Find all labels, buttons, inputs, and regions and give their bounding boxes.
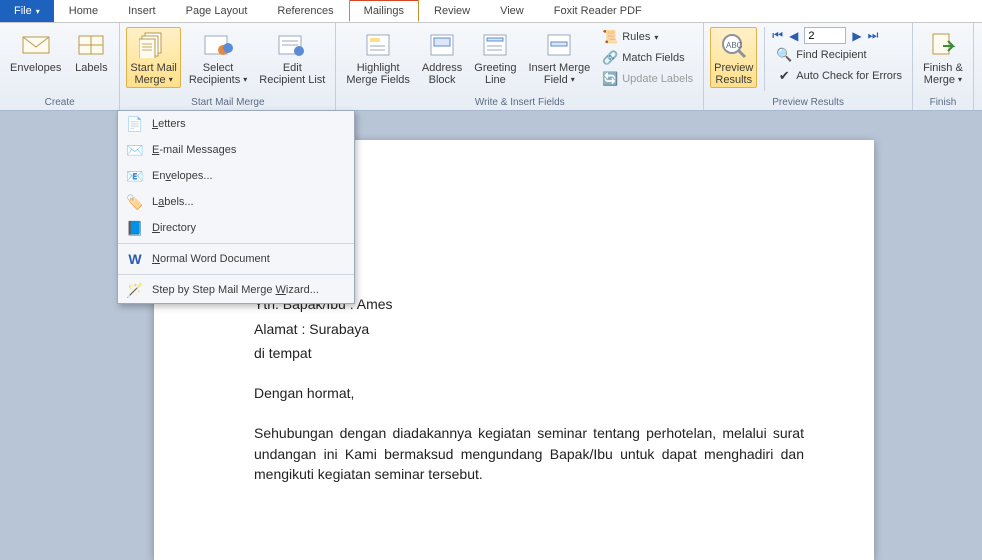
- dd-email[interactable]: ✉️E-mail Messages: [118, 137, 354, 163]
- tab-mailings[interactable]: Mailings: [349, 0, 419, 22]
- greeting-icon: [479, 29, 511, 61]
- dd-wizard[interactable]: 🪄Step by Step Mail Merge Wizard...: [118, 277, 354, 303]
- dd-envelopes[interactable]: 📧Envelopes...: [118, 163, 354, 189]
- email-icon: ✉️: [126, 141, 144, 159]
- labels-icon: 🏷️: [126, 193, 144, 211]
- first-record-button[interactable]: ⏮: [772, 28, 783, 43]
- directory-icon: 📘: [126, 219, 144, 237]
- dd-normal-doc[interactable]: WNormal Word Document: [118, 246, 354, 272]
- doc-line: di tempat: [254, 343, 804, 363]
- group-label: Create: [6, 96, 113, 110]
- group-label: Preview Results: [710, 96, 906, 110]
- insert-field-icon: [543, 29, 575, 61]
- start-mail-merge-button[interactable]: Start Mail Merge ▾: [126, 27, 180, 88]
- edit-recipient-list-button[interactable]: Edit Recipient List: [255, 27, 329, 88]
- record-nav: ⏮ ◀ ▶ ⏭: [772, 27, 906, 44]
- tab-view[interactable]: View: [485, 0, 539, 22]
- envelopes-button[interactable]: Envelopes: [6, 27, 65, 76]
- greeting-line-button[interactable]: Greeting Line: [470, 27, 520, 88]
- doc-salutation: Dengan hormat,: [254, 383, 804, 403]
- group-preview: ABC Preview Results ⏮ ◀ ▶ ⏭ 🔍Find Recipi…: [704, 23, 913, 110]
- tab-references[interactable]: References: [262, 0, 348, 22]
- mailmerge-icon: [138, 29, 170, 61]
- tab-review[interactable]: Review: [419, 0, 485, 22]
- tab-home[interactable]: Home: [54, 0, 113, 22]
- tab-bar: File▾ Home Insert Page Layout References…: [0, 0, 982, 23]
- insert-merge-field-button[interactable]: Insert Merge Field ▾: [524, 27, 594, 88]
- tab-foxit[interactable]: Foxit Reader PDF: [539, 0, 657, 22]
- edit-list-icon: [276, 29, 308, 61]
- envelope-icon: 📧: [126, 167, 144, 185]
- dd-directory[interactable]: 📘Directory: [118, 215, 354, 241]
- ribbon: Envelopes Labels Create Start Mail Merge…: [0, 23, 982, 111]
- highlight-merge-fields-button[interactable]: Highlight Merge Fields: [342, 27, 414, 88]
- address-block-icon: [426, 29, 458, 61]
- find-icon: 🔍: [776, 47, 792, 63]
- group-finish: Finish & Merge ▾ Finish: [913, 23, 974, 110]
- rules-button[interactable]: 📜Rules ▾: [598, 27, 697, 47]
- update-labels-button: 🔄Update Labels: [598, 69, 697, 89]
- tab-pagelayout[interactable]: Page Layout: [171, 0, 263, 22]
- wizard-icon: 🪄: [126, 281, 144, 299]
- select-recipients-button[interactable]: Select Recipients ▾: [185, 27, 251, 88]
- group-startmailmerge: Start Mail Merge ▾ Select Recipients ▾ E…: [120, 23, 336, 110]
- letter-icon: 📄: [126, 115, 144, 133]
- dd-letters[interactable]: 📄LLettersetters: [118, 111, 354, 137]
- group-label: Start Mail Merge: [126, 96, 329, 110]
- word-icon: W: [126, 250, 144, 268]
- separator: [118, 243, 354, 244]
- preview-results-button[interactable]: ABC Preview Results: [710, 27, 757, 88]
- rules-icon: 📜: [602, 29, 618, 45]
- group-write-insert: Highlight Merge Fields Address Block Gre…: [336, 23, 704, 110]
- highlight-icon: [362, 29, 394, 61]
- update-icon: 🔄: [602, 71, 618, 87]
- finish-merge-button[interactable]: Finish & Merge ▾: [919, 27, 967, 88]
- check-icon: ✔: [776, 68, 792, 84]
- match-icon: 🔗: [602, 50, 618, 66]
- svg-text:ABC: ABC: [726, 41, 743, 50]
- record-number-input[interactable]: [804, 27, 846, 44]
- find-recipient-button[interactable]: 🔍Find Recipient: [772, 45, 906, 65]
- group-label: Finish: [919, 96, 967, 110]
- labels-icon: [75, 29, 107, 61]
- envelope-icon: [20, 29, 52, 61]
- match-fields-button[interactable]: 🔗Match Fields: [598, 48, 697, 68]
- recipients-icon: [202, 29, 234, 61]
- tab-insert[interactable]: Insert: [113, 0, 171, 22]
- auto-check-errors-button[interactable]: ✔Auto Check for Errors: [772, 66, 906, 86]
- group-create: Envelopes Labels Create: [0, 23, 120, 110]
- last-record-button[interactable]: ⏭: [868, 28, 879, 43]
- preview-icon: ABC: [718, 29, 750, 61]
- labels-button[interactable]: Labels: [69, 27, 113, 76]
- file-tab[interactable]: File▾: [0, 0, 54, 22]
- address-block-button[interactable]: Address Block: [418, 27, 466, 88]
- separator: [118, 274, 354, 275]
- start-mail-merge-dropdown: 📄LLettersetters ✉️E-mail Messages 📧Envel…: [117, 110, 355, 304]
- doc-paragraph: Sehubungan dengan diadakannya kegiatan s…: [254, 423, 804, 484]
- prev-record-button[interactable]: ◀: [789, 29, 798, 43]
- group-label: Write & Insert Fields: [342, 96, 697, 110]
- dd-labels[interactable]: 🏷️Labels...: [118, 189, 354, 215]
- finish-icon: [927, 29, 959, 61]
- next-record-button[interactable]: ▶: [852, 29, 861, 43]
- doc-line: Alamat : Surabaya: [254, 319, 804, 339]
